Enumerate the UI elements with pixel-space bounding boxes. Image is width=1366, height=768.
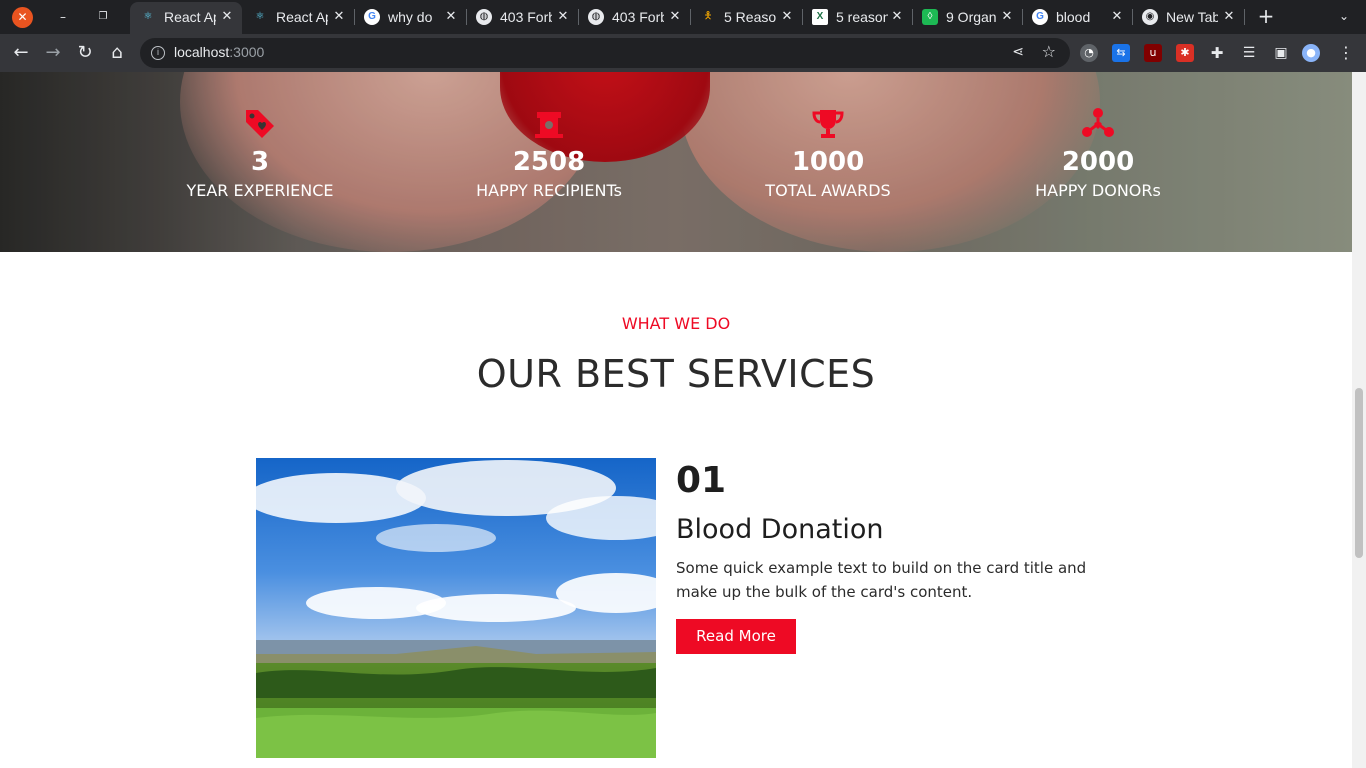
- tab-strip: ✕ – ❐ ⚛ React App ✕ ⚛ React App ✕ G why …: [0, 0, 1366, 34]
- tab-close-icon[interactable]: ✕: [668, 8, 682, 24]
- browser-tab-4[interactable]: ◍ 403 Forbidden ✕: [466, 0, 579, 34]
- browser-toolbar: ← → ↻ ⌂ i localhost:3000 ⋖ ☆ ◔ ⇆ u ✱ ✚ ☰…: [0, 34, 1366, 72]
- tab-title: React App: [164, 9, 216, 25]
- scrollbar-thumb[interactable]: [1355, 388, 1363, 558]
- trophy-icon: [812, 110, 844, 138]
- page-viewport: 3 YEAR EXPERIENCE 2508 HAPPY RECIPIENTs …: [0, 72, 1352, 768]
- back-arrow-icon[interactable]: ←: [10, 42, 32, 64]
- read-more-button[interactable]: Read More: [676, 619, 796, 654]
- section-title: OUR BEST SERVICES: [476, 352, 876, 396]
- stat-year-experience: 3 YEAR EXPERIENCE: [135, 106, 385, 202]
- extension-speed-icon[interactable]: ◔: [1080, 44, 1098, 62]
- browser-tab-1[interactable]: ⚛ React App ✕: [130, 2, 242, 34]
- recipient-icon: [535, 112, 563, 138]
- browser-menu-icon[interactable]: ⋮: [1338, 42, 1354, 64]
- excel-icon: X: [812, 9, 828, 25]
- tab-title: why do: [388, 9, 433, 25]
- share-icon[interactable]: ⋖: [1012, 44, 1024, 60]
- globe-icon: ◍: [588, 9, 604, 25]
- stat-number: 1000: [791, 147, 865, 177]
- window-minimize-button[interactable]: –: [52, 6, 74, 28]
- landscape-image: [256, 458, 656, 758]
- stat-happy-donors: 2000 HAPPY DONORs: [973, 106, 1223, 202]
- window-close-button[interactable]: ✕: [12, 7, 33, 28]
- tab-title: 403 Forbidden: [612, 9, 664, 25]
- tab-close-icon[interactable]: ✕: [1222, 8, 1236, 24]
- url-text[interactable]: localhost:3000: [174, 44, 264, 60]
- site-info-icon[interactable]: i: [151, 46, 165, 60]
- stat-label: HAPPY RECIPIENTs: [476, 181, 622, 200]
- tab-close-icon[interactable]: ✕: [1110, 8, 1124, 24]
- tab-close-icon[interactable]: ✕: [220, 8, 234, 24]
- stat-number: 2508: [512, 147, 586, 177]
- google-icon: G: [1032, 9, 1048, 25]
- home-icon[interactable]: ⌂: [106, 42, 128, 64]
- service-card-text: Some quick example text to build on the …: [676, 559, 1087, 601]
- stat-total-awards: 1000 TOTAL AWARDS: [703, 106, 953, 202]
- tab-title: React App: [276, 9, 328, 25]
- side-panel-icon[interactable]: ▣: [1272, 44, 1290, 62]
- tab-close-icon[interactable]: ✕: [780, 8, 794, 24]
- person-icon: 🯅: [703, 11, 713, 22]
- extensions-puzzle-icon[interactable]: ✚: [1208, 44, 1226, 62]
- section-kicker: WHAT WE DO: [621, 314, 731, 333]
- donors-icon: [1082, 108, 1114, 137]
- tab-title: 5 Reasons: [724, 9, 776, 25]
- tab-close-icon[interactable]: ✕: [332, 8, 346, 24]
- service-card-number: 01: [676, 460, 727, 501]
- browser-tab-6[interactable]: 🯅 5 Reasons ✕: [690, 0, 803, 34]
- stat-number: 3: [250, 147, 270, 177]
- browser-tab-9[interactable]: G blood ✕: [1022, 0, 1133, 34]
- stat-happy-recipients: 2508 HAPPY RECIPIENTs: [424, 106, 674, 202]
- browser-tab-2[interactable]: ⚛ React App ✕: [242, 0, 355, 34]
- tab-title: blood: [1056, 9, 1091, 25]
- url-port: :3000: [229, 44, 265, 60]
- window-maximize-button[interactable]: ❐: [92, 6, 114, 28]
- globe-icon: ◍: [476, 9, 492, 25]
- service-card-image: [256, 458, 656, 758]
- browser-tab-7[interactable]: X 5 reasons ✕: [802, 0, 913, 34]
- new-tab-button[interactable]: +: [1256, 6, 1276, 26]
- extension-translate-icon[interactable]: ⇆: [1112, 44, 1130, 62]
- tab-search-chevron-icon[interactable]: ⌄: [1334, 6, 1354, 26]
- react-icon: ⚛: [143, 11, 153, 22]
- url-host: localhost: [174, 44, 230, 60]
- stats-hero-banner: 3 YEAR EXPERIENCE 2508 HAPPY RECIPIENTs …: [0, 72, 1352, 252]
- tab-close-icon[interactable]: ✕: [890, 8, 904, 24]
- tab-title: 9 Organ: [946, 9, 997, 25]
- stat-label: HAPPY DONORs: [1035, 181, 1161, 200]
- google-icon: G: [364, 9, 380, 25]
- stat-number: 2000: [1061, 147, 1135, 177]
- service-card-title: Blood Donation: [676, 514, 884, 545]
- bookmark-star-icon[interactable]: ☆: [1042, 42, 1056, 61]
- tag-heart-icon: [246, 110, 274, 138]
- reload-icon[interactable]: ↻: [74, 42, 96, 64]
- browser-tab-10[interactable]: ◉ New Tab ✕: [1132, 0, 1245, 34]
- forward-arrow-icon[interactable]: →: [42, 42, 64, 64]
- stat-label: YEAR EXPERIENCE: [186, 181, 334, 200]
- tab-close-icon[interactable]: ✕: [556, 8, 570, 24]
- ublock-icon[interactable]: u: [1144, 44, 1162, 62]
- address-bar[interactable]: i localhost:3000 ⋖ ☆: [140, 38, 1070, 68]
- browser-tab-3[interactable]: G why do ✕: [354, 0, 467, 34]
- tab-title: 403 Forbidden: [500, 9, 552, 25]
- tab-separator: [1244, 9, 1245, 25]
- reading-list-icon[interactable]: ☰: [1240, 44, 1258, 62]
- stat-label: TOTAL AWARDS: [765, 181, 891, 200]
- chrome-icon: ◉: [1142, 9, 1158, 25]
- browser-tab-8[interactable]: ◊ 9 Organ ✕: [912, 0, 1023, 34]
- tab-close-icon[interactable]: ✕: [444, 8, 458, 24]
- browser-tab-5[interactable]: ◍ 403 Forbidden ✕: [578, 0, 691, 34]
- page-scrollbar[interactable]: [1352, 72, 1366, 768]
- tab-close-icon[interactable]: ✕: [1000, 8, 1014, 24]
- green-site-icon: ◊: [922, 9, 938, 25]
- profile-avatar[interactable]: ●: [1302, 44, 1320, 62]
- react-icon: ⚛: [255, 11, 265, 22]
- extension-puzzle-red-icon[interactable]: ✱: [1176, 44, 1194, 62]
- tab-title: 5 reasons: [836, 9, 888, 25]
- tab-title: New Tab: [1166, 9, 1218, 25]
